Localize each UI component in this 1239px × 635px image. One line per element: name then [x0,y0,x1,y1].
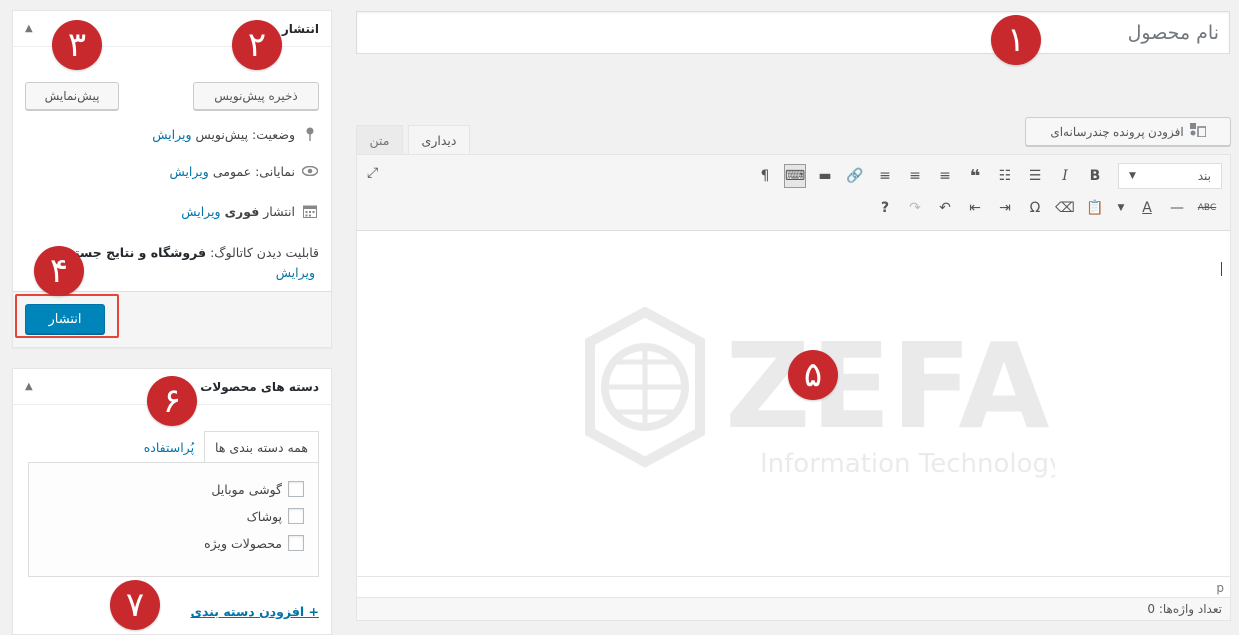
align-right-icon[interactable]: ≡ [874,164,896,188]
clear-formatting-icon[interactable]: ⌫ [1054,196,1076,220]
status-value: پیش‌نویس [195,126,249,142]
category-item[interactable]: پوشاک [247,508,304,524]
redo-icon[interactable]: ↷ [904,196,926,220]
format-select[interactable]: بند ▼ [1118,163,1222,189]
category-label: محصولات ویژه [204,535,282,551]
catalog-label: قابلیت دیدن کاتالوگ: [210,245,319,260]
media-icon [1189,123,1207,140]
tab-visual[interactable]: دیداری [408,125,470,155]
toolbar-toggle-icon[interactable]: ⌨ [784,164,806,188]
publish-box-title: انتشار [281,21,319,36]
rtl-paragraph-icon[interactable]: ¶ [754,164,776,188]
publish-time-row: انتشار فوری ویرایش [181,203,319,219]
numbered-list-icon[interactable]: ☷ [994,164,1016,188]
category-label: گوشی موبایل [211,481,282,497]
editor-content-area[interactable]: ZEFA Information Technology [357,232,1230,574]
edit-visibility-link[interactable]: ویرایش [170,164,209,179]
category-tabs: همه دسته بندی ها پُراستفاده [134,431,319,463]
marker-1: ۱ [991,15,1041,65]
tab-text[interactable]: متن [356,125,403,155]
chevron-down-icon[interactable]: ▼ [1110,196,1132,220]
category-item[interactable]: محصولات ویژه [204,535,304,551]
post-status-row: وضعیت: پیش‌نویس ویرایش [152,126,319,142]
category-checkbox[interactable] [288,508,304,524]
publish-minor-actions: ذخیره پیش‌نویس پیش‌نمایش [25,82,319,110]
text-cursor [1221,262,1222,276]
tab-most-used[interactable]: پُراستفاده [134,431,204,463]
collapse-arrow-icon[interactable]: ▲ [25,23,33,34]
bullet-list-icon[interactable]: ☰ [1024,164,1046,188]
publish-time-label: انتشار [263,203,295,219]
paste-text-icon[interactable]: 📋 [1084,196,1106,220]
tab-all-categories[interactable]: همه دسته بندی ها [204,431,319,463]
calendar-icon [301,203,319,219]
element-path: p [357,576,1230,598]
horizontal-line-icon[interactable]: — [1166,196,1188,220]
category-item[interactable]: گوشی موبایل [211,481,304,497]
visibility-row: نمایانی: عمومی ویرایش [170,163,319,179]
blockquote-icon[interactable]: ❝ [964,164,986,188]
product-title-input[interactable]: نام محصول [356,11,1230,54]
category-checkbox[interactable] [288,481,304,497]
toolbar-row-2: ABC — A ▼ 📋 ⌫ Ω ⇥ ⇤ ↶ ↷ ? [870,193,1222,223]
preview-button[interactable]: پیش‌نمایش [25,82,119,110]
undo-icon[interactable]: ↶ [934,196,956,220]
edit-publish-time-link[interactable]: ویرایش [181,204,220,219]
pin-icon [301,126,319,142]
fullscreen-icon[interactable]: ⤢ [367,165,378,181]
publish-time-value: فوری [224,203,260,219]
link-icon[interactable]: 🔗 [844,164,866,188]
add-media-button[interactable]: افزودن پرونده چندرسانه‌ای [1025,117,1231,146]
edit-status-link[interactable]: ویرایش [152,127,191,142]
chevron-down-icon: ▼ [1129,171,1136,181]
publish-button[interactable]: انتشار [25,304,105,334]
special-character-icon[interactable]: Ω [1024,196,1046,220]
format-select-value: بند [1197,169,1211,183]
align-left-icon[interactable]: ≡ [934,164,956,188]
add-category-link[interactable]: + افزودن دسته بندی [191,604,320,619]
marker-3: ۳ [52,20,102,70]
status-label: وضعیت: [252,126,295,142]
zefa-watermark-logo: ZEFA Information Technology [585,307,1055,479]
strikethrough-icon[interactable]: ABC [1196,196,1218,220]
save-draft-button[interactable]: ذخیره پیش‌نویس [193,82,319,110]
categories-box-title: دسته های محصولات [200,379,319,394]
italic-icon[interactable]: I [1054,164,1076,188]
edit-catalog-link[interactable]: ویرایش [276,265,315,280]
help-icon[interactable]: ? [874,196,896,220]
outdent-icon[interactable]: ⇤ [964,196,986,220]
marker-2: ۲ [232,20,282,70]
align-center-icon[interactable]: ≡ [904,164,926,188]
marker-5: ۵ [788,350,838,400]
watermark-brand: ZEFA [725,317,1050,455]
text-color-icon[interactable]: A [1136,196,1158,220]
read-more-icon[interactable]: ▬ [814,164,836,188]
marker-6: ۶ [147,376,197,426]
collapse-arrow-icon[interactable]: ▲ [25,381,33,392]
visibility-value: عمومی [212,163,252,179]
add-media-label: افزودن پرونده چندرسانه‌ای [1050,124,1184,139]
editor-toolbar: بند ▼ B I ☰ ☷ ❝ ≡ ≡ ≡ 🔗 ▬ ⌨ ¶ ABC — A ▼ … [357,155,1230,231]
watermark-tagline: Information Technology [760,449,1055,479]
indent-icon[interactable]: ⇥ [994,196,1016,220]
publish-major-actions: انتشار [13,291,331,347]
category-checkbox[interactable] [288,535,304,551]
bold-icon[interactable]: B [1084,164,1106,188]
toolbar-row-1: بند ▼ B I ☰ ☷ ❝ ≡ ≡ ≡ 🔗 ▬ ⌨ ¶ [750,161,1222,191]
marker-7: ۷ [110,580,160,630]
category-label: پوشاک [246,508,282,524]
eye-icon [301,163,319,179]
category-checklist: گوشی موبایل پوشاک محصولات ویژه [28,462,319,577]
marker-4: ۴ [34,246,84,296]
word-count: تعداد واژه‌ها: 0 [357,597,1230,620]
visibility-label: نمایانی: [255,163,295,179]
